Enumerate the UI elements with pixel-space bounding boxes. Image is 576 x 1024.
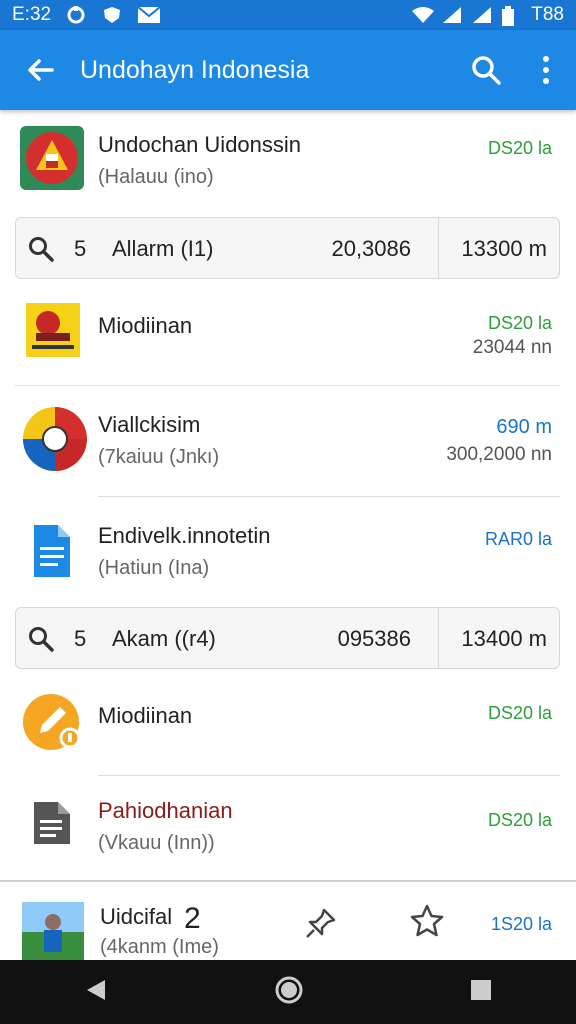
result-label: Allarm (I1) xyxy=(112,236,214,261)
item-title: Undochan Uidonssin xyxy=(98,132,302,157)
status-right-text: T88 xyxy=(531,4,564,25)
emblem-thumbnail xyxy=(20,126,84,190)
triangle-back-icon xyxy=(86,979,105,1000)
list-item[interactable]: Viallckisim (7kaiuu (Jnkı) 690 m 300,200… xyxy=(0,386,576,496)
item-distance: RAR0 la xyxy=(484,529,552,549)
item-distance: DS20 la xyxy=(487,313,552,333)
nav-recents-button[interactable] xyxy=(469,978,493,1007)
result-number: 5 xyxy=(74,626,87,651)
item-title: Uidcifal xyxy=(100,904,173,929)
item-subtitle: (4kanm (Ime) xyxy=(100,936,219,958)
result-value: 20,3086 xyxy=(331,236,411,261)
item-distance: DS20 la xyxy=(487,138,552,158)
result-distance: 13300 m xyxy=(461,236,547,261)
item-title: Viallckisim xyxy=(98,412,201,437)
poster-thumbnail xyxy=(26,303,80,357)
app-bar: Undohayn Indonesia xyxy=(0,30,576,110)
item-subtitle: (Hatiun (Ina) xyxy=(98,557,210,579)
bottom-item[interactable]: Uidcifal 2 (4kanm (Ime) 1S20 la xyxy=(0,880,576,962)
list-item[interactable]: Endivelk.innotetin (Hatiun (Ina) RAR0 la xyxy=(0,497,576,607)
item-distance: DS20 la xyxy=(487,810,552,830)
status-time: E:32 xyxy=(12,4,52,25)
square-recents-icon xyxy=(471,979,492,1000)
item-distance: 1S20 la xyxy=(490,914,552,934)
star-icon xyxy=(410,904,444,937)
search-icon xyxy=(28,236,54,267)
pin-button[interactable] xyxy=(304,906,338,945)
item-distance: 690 m xyxy=(496,416,552,438)
item-title: Miodiinan xyxy=(98,703,193,728)
favorite-button[interactable] xyxy=(410,904,444,943)
mail-icon xyxy=(137,6,161,24)
result-value: 095386 xyxy=(337,626,411,651)
item-value: 23044 nn xyxy=(472,337,552,358)
item-number: 2 xyxy=(184,902,201,935)
item-title: Endivelk.innotetin xyxy=(98,523,271,548)
search-result-bar[interactable]: 5 Allarm (I1) 20,3086 13300 m xyxy=(15,217,560,279)
list-item[interactable]: Undochan Uidonssin (Halauu (ino) DS20 la xyxy=(0,110,576,210)
list-item[interactable]: Miodiinan DS20 la 23044 nn xyxy=(0,285,576,385)
arrow-back-icon xyxy=(28,59,54,81)
document-icon xyxy=(32,800,72,846)
search-button[interactable] xyxy=(456,30,516,110)
result-distance: 13400 m xyxy=(461,626,547,651)
notification-icon xyxy=(65,6,87,24)
search-result-bar[interactable]: 5 Akam ((r4) 095386 13400 m xyxy=(15,607,560,669)
divider xyxy=(438,218,439,278)
person-photo-thumbnail xyxy=(22,902,84,960)
more-vert-icon xyxy=(543,56,549,84)
status-bar: E:32 T88 xyxy=(0,0,576,30)
back-button[interactable] xyxy=(0,30,80,110)
divider xyxy=(438,608,439,668)
item-subtitle: (Halauu (ino) xyxy=(98,166,214,188)
result-label: Akam ((r4) xyxy=(112,626,216,651)
item-title: Miodiinan xyxy=(98,313,193,338)
page-title: Undohayn Indonesia xyxy=(80,55,310,84)
list-item[interactable]: Miodiinan DS20 la xyxy=(0,675,576,775)
edit-pencil-icon xyxy=(22,693,82,753)
signal-icon xyxy=(441,6,463,24)
item-distance: DS20 la xyxy=(487,703,552,723)
circle-home-icon xyxy=(275,976,303,1003)
more-options-button[interactable] xyxy=(516,30,576,110)
search-icon xyxy=(472,56,501,85)
result-number: 5 xyxy=(74,236,87,261)
emblem-thumbnail xyxy=(22,406,88,472)
item-value: 300,2000 nn xyxy=(446,444,552,465)
search-icon xyxy=(28,626,54,657)
pin-icon xyxy=(306,908,336,938)
document-icon xyxy=(30,523,74,579)
signal-icon-2 xyxy=(471,6,493,24)
wifi-icon xyxy=(411,6,435,24)
battery-icon xyxy=(501,6,523,26)
item-subtitle: (7kaiuu (Jnkı) xyxy=(98,446,220,468)
item-subtitle: (Vkauu (Inn)) xyxy=(98,832,215,854)
list-item[interactable]: Pahiodhanian (Vkauu (Inn)) DS20 la xyxy=(0,776,576,880)
item-title: Pahiodhanian xyxy=(98,798,233,823)
shield-icon xyxy=(101,6,123,24)
system-navigation-bar xyxy=(0,960,576,1024)
nav-back-button[interactable] xyxy=(83,977,109,1008)
nav-home-button[interactable] xyxy=(274,975,304,1010)
